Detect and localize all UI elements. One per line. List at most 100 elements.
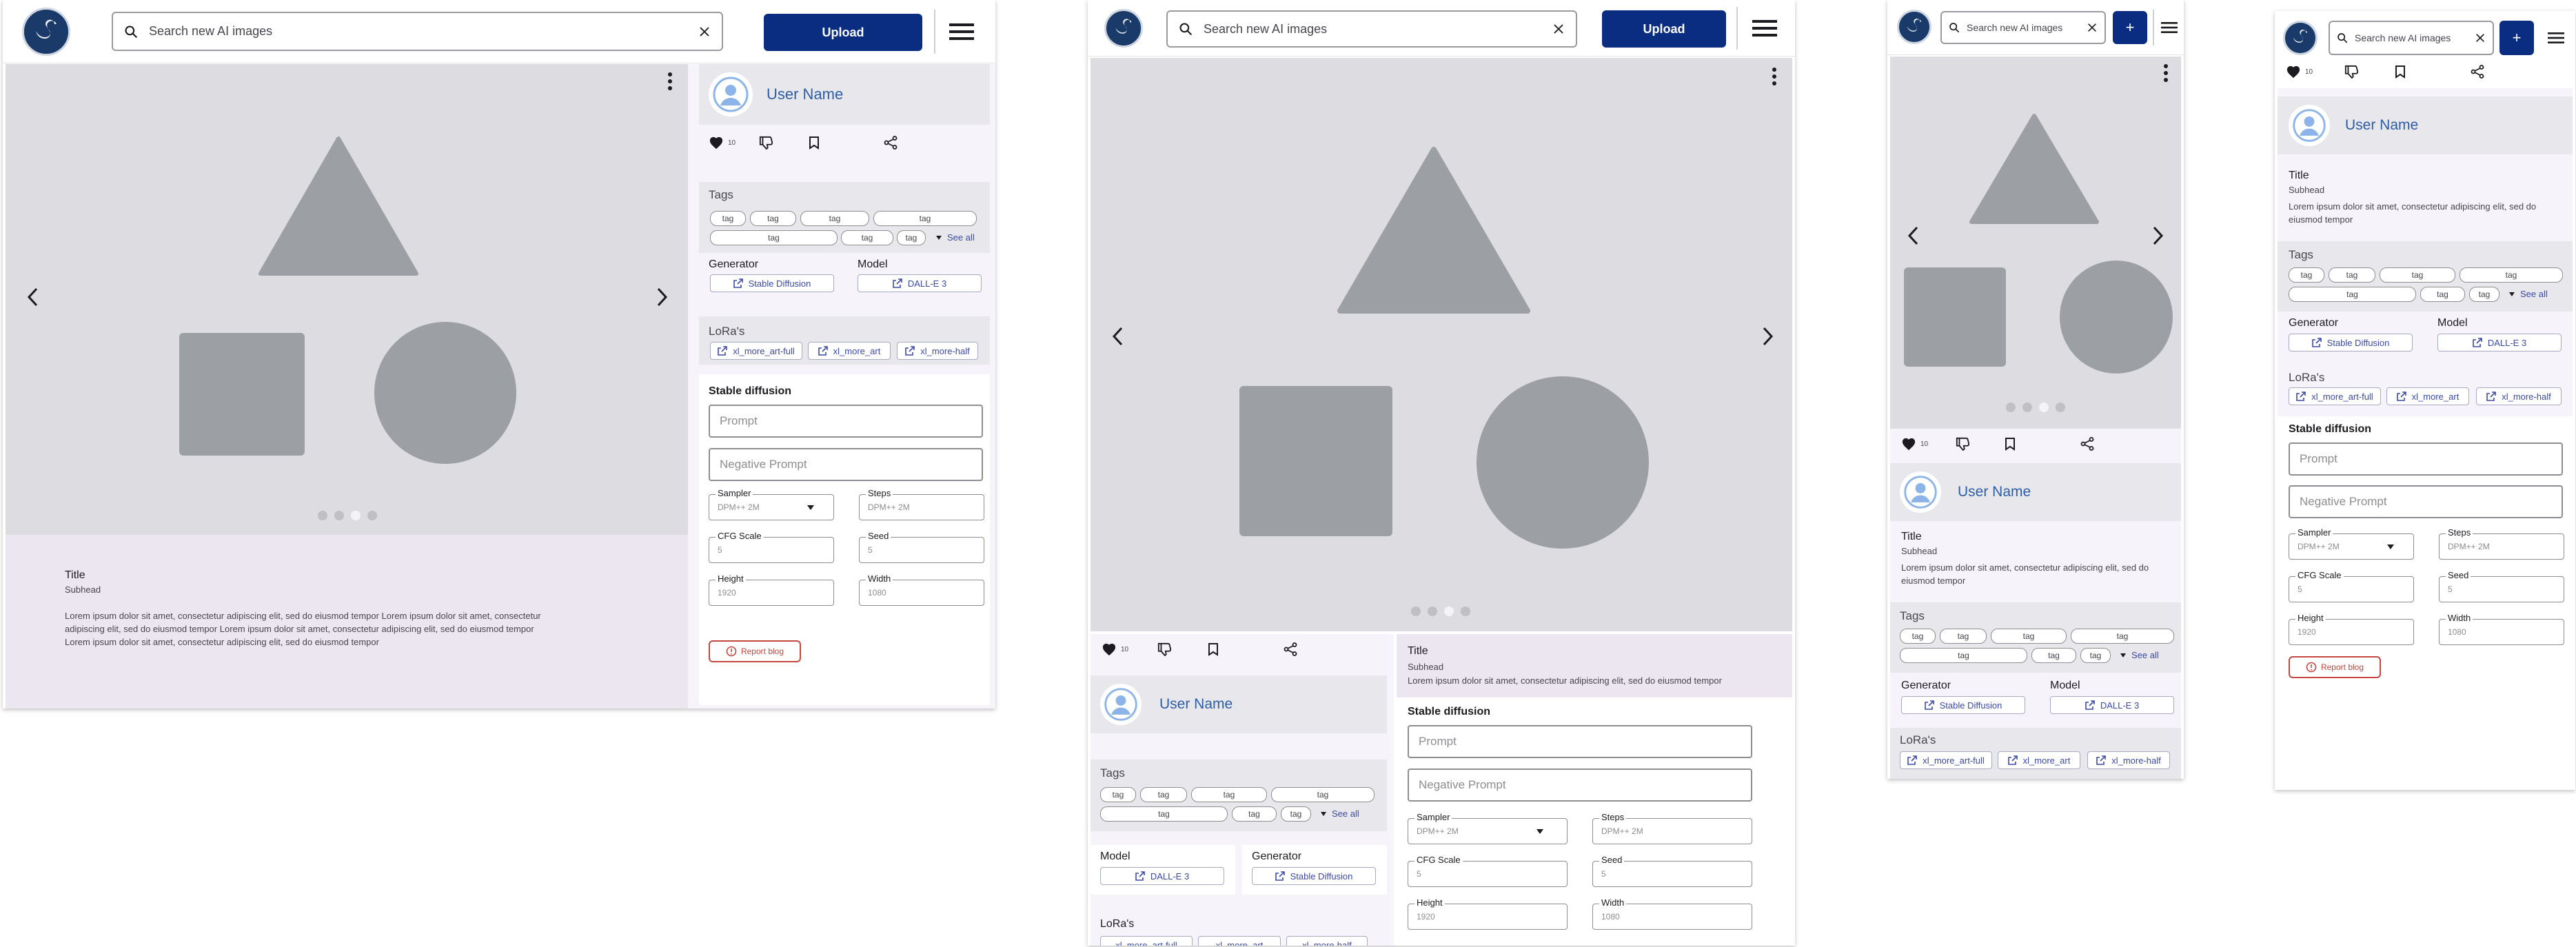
carousel-dot-active[interactable]	[1444, 607, 1454, 616]
negative-prompt-input[interactable]: Negative Prompt	[1408, 768, 1752, 802]
dislike-button[interactable]	[1157, 642, 1172, 656]
avatar[interactable]	[2289, 105, 2330, 146]
lora-chip[interactable]: xl_more_art-full	[1100, 936, 1193, 946]
like-button[interactable]: 10	[1102, 642, 1128, 656]
tag-chip[interactable]: tag	[897, 230, 926, 245]
tag-chip[interactable]: tag	[1140, 787, 1187, 802]
bookmark-button[interactable]	[809, 136, 820, 150]
model-chip[interactable]: DALL-E 3	[2050, 696, 2174, 714]
report-button[interactable]: Report blog	[2289, 656, 2381, 678]
carousel-dot[interactable]	[318, 511, 327, 520]
like-button[interactable]: 10	[709, 136, 736, 150]
prompt-input[interactable]: Prompt	[2289, 442, 2563, 476]
lora-chip[interactable]: xl_more-half	[1286, 936, 1368, 946]
logo[interactable]	[1104, 9, 1143, 48]
avatar[interactable]	[1900, 471, 1941, 513]
prev-image-button[interactable]	[1903, 222, 1923, 250]
logo[interactable]	[1897, 10, 1931, 44]
menu-button[interactable]	[2157, 17, 2182, 39]
lora-chip[interactable]: xl_more-half	[897, 342, 978, 360]
avatar[interactable]	[709, 72, 753, 116]
carousel-dot[interactable]	[2056, 403, 2065, 412]
tag-chip[interactable]: tag	[1900, 629, 1936, 644]
tag-chip[interactable]: tag	[1232, 806, 1277, 822]
upload-button[interactable]: Upload	[764, 14, 922, 51]
more-options-button[interactable]	[1766, 66, 1783, 87]
see-all-tags[interactable]: See all	[1321, 808, 1359, 819]
carousel-dot-active[interactable]	[2039, 403, 2049, 412]
tag-chip[interactable]: tag	[800, 211, 869, 226]
search-bar[interactable]: Search new AI images	[1166, 10, 1577, 48]
search-input[interactable]: Search new AI images	[1204, 22, 1541, 37]
tag-chip[interactable]: tag	[1900, 648, 2027, 663]
clear-icon[interactable]	[698, 26, 711, 38]
tag-chip[interactable]: tag	[1940, 629, 1987, 644]
next-image-button[interactable]	[1758, 323, 1778, 350]
lora-chip[interactable]: xl_more-half	[2087, 751, 2170, 769]
search-bar[interactable]: Search new AI images	[2329, 21, 2494, 55]
upload-button[interactable]: Upload	[1602, 10, 1726, 48]
tag-chip[interactable]: tag	[710, 211, 746, 226]
carousel-dot[interactable]	[1411, 607, 1421, 616]
tag-chip[interactable]: tag	[2460, 267, 2563, 283]
next-image-button[interactable]	[652, 283, 673, 311]
share-button[interactable]	[884, 136, 897, 150]
lora-chip[interactable]: xl_more_art	[1198, 936, 1281, 946]
share-button[interactable]	[2080, 437, 2094, 451]
generator-chip[interactable]: Stable Diffusion	[1901, 696, 2025, 714]
lora-chip[interactable]: xl_more_art	[2386, 387, 2469, 405]
tag-chip[interactable]: tag	[1100, 806, 1228, 822]
carousel-dot[interactable]	[367, 511, 377, 520]
menu-button[interactable]	[1744, 14, 1785, 43]
tag-chip[interactable]: tag	[1100, 787, 1136, 802]
search-bar[interactable]: Search new AI images	[112, 12, 723, 51]
image-gallery[interactable]	[1890, 57, 2181, 429]
menu-button[interactable]	[2544, 26, 2568, 50]
user-name[interactable]: User Name	[1159, 696, 1233, 713]
tag-chip[interactable]: tag	[2420, 287, 2465, 302]
search-bar[interactable]: Search new AI images	[1940, 11, 2106, 44]
tag-chip[interactable]: tag	[2289, 287, 2416, 302]
model-chip[interactable]: DALL-E 3	[1100, 867, 1224, 885]
model-chip[interactable]: DALL-E 3	[2437, 334, 2562, 352]
search-input[interactable]: Search new AI images	[2355, 32, 2468, 43]
tag-chip[interactable]: tag	[750, 211, 796, 226]
bookmark-button[interactable]	[1208, 642, 1219, 656]
upload-button[interactable]: +	[2113, 11, 2147, 44]
dislike-button[interactable]	[2344, 65, 2359, 79]
menu-button[interactable]	[943, 17, 980, 47]
prompt-input[interactable]: Prompt	[1408, 725, 1752, 758]
tag-chip[interactable]: tag	[2329, 267, 2375, 283]
avatar[interactable]	[1100, 684, 1142, 725]
like-button[interactable]: 10	[2286, 65, 2313, 79]
clear-icon[interactable]	[1552, 23, 1565, 35]
bookmark-button[interactable]	[2395, 65, 2406, 79]
tag-chip[interactable]: tag	[1191, 787, 1267, 802]
lora-chip[interactable]: xl_more_art-full	[1900, 751, 1992, 769]
logo[interactable]	[2283, 21, 2318, 55]
lora-chip[interactable]: xl_more_art	[1998, 751, 2080, 769]
generator-chip[interactable]: Stable Diffusion	[710, 274, 834, 292]
prompt-input[interactable]: Prompt	[709, 405, 983, 438]
tag-chip[interactable]: tag	[2031, 648, 2076, 663]
tag-chip[interactable]: tag	[2469, 287, 2499, 302]
tag-chip[interactable]: tag	[2380, 267, 2455, 283]
generator-chip[interactable]: Stable Diffusion	[1252, 867, 1376, 885]
report-button[interactable]: Report blog	[709, 640, 801, 662]
tag-chip[interactable]: tag	[841, 230, 893, 245]
user-name[interactable]: User Name	[767, 85, 843, 103]
tag-chip[interactable]: tag	[1281, 806, 1311, 822]
tag-chip[interactable]: tag	[2071, 629, 2174, 644]
upload-button[interactable]: +	[2499, 21, 2534, 55]
prev-image-button[interactable]	[22, 283, 43, 311]
negative-prompt-input[interactable]: Negative Prompt	[2289, 485, 2563, 518]
tag-chip[interactable]: tag	[873, 211, 977, 226]
carousel-dot[interactable]	[334, 511, 344, 520]
more-options-button[interactable]	[2159, 63, 2173, 83]
search-input[interactable]: Search new AI images	[149, 24, 687, 39]
search-input[interactable]: Search new AI images	[1967, 22, 2080, 33]
user-name[interactable]: User Name	[1958, 484, 2031, 500]
tag-chip[interactable]: tag	[1991, 629, 2067, 644]
see-all-tags[interactable]: See all	[2509, 289, 2548, 299]
logo[interactable]	[22, 8, 70, 56]
